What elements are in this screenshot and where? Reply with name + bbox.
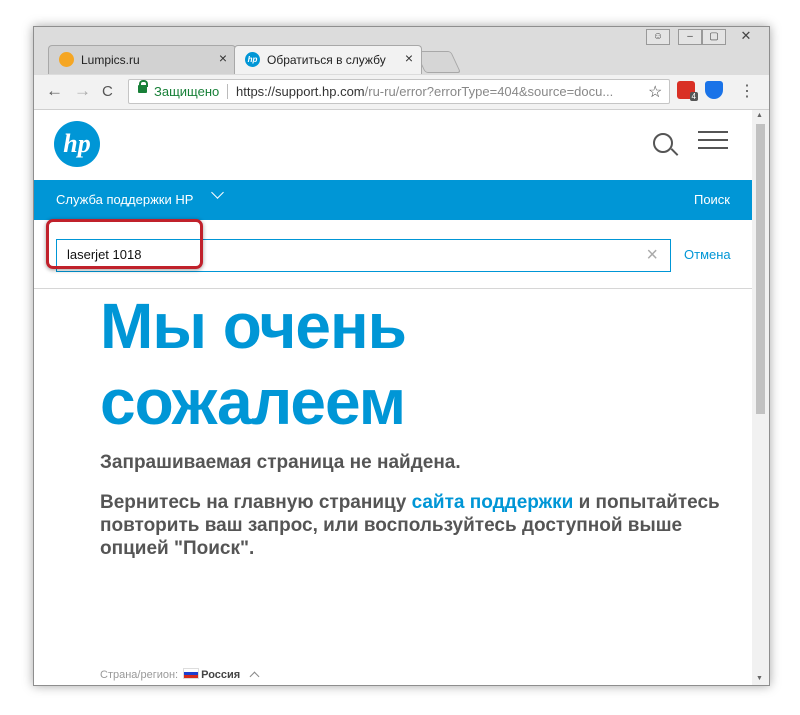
- clear-icon[interactable]: ×: [646, 245, 658, 265]
- tab-title: Lumpics.ru: [81, 53, 140, 67]
- hp-favicon-icon: hp: [245, 52, 260, 67]
- hp-logo[interactable]: hp: [54, 121, 100, 167]
- hamburger-menu-icon[interactable]: [698, 139, 728, 141]
- person-icon[interactable]: ☺: [646, 29, 670, 45]
- support-menu-button[interactable]: Служба поддержки HP: [56, 192, 193, 207]
- web-page: hp Служба поддержки HP Поиск × Отмена Мы…: [34, 110, 752, 685]
- search-icon[interactable]: [653, 133, 673, 153]
- minimize-icon[interactable]: –: [678, 29, 702, 45]
- tab-close-icon[interactable]: ×: [219, 50, 227, 66]
- lumpics-favicon-icon: [59, 52, 74, 67]
- scroll-thumb[interactable]: [756, 124, 765, 414]
- close-icon[interactable]: ✕: [731, 29, 761, 45]
- russia-flag-icon: [183, 668, 200, 679]
- tab-lumpics[interactable]: Lumpics.ru ×: [48, 45, 236, 74]
- chevron-down-icon[interactable]: [211, 186, 224, 199]
- forward-icon[interactable]: →: [74, 81, 91, 101]
- menu-icon[interactable]: ⋮: [739, 81, 755, 101]
- not-found-message: Запрашиваемая страница не найдена.: [100, 452, 461, 473]
- lock-icon: [138, 80, 148, 93]
- scrollbar[interactable]: ▲ ▼: [752, 110, 769, 685]
- title-bar: Lumpics.ru × hp Обратиться в службу по ×…: [34, 27, 769, 75]
- country-selector[interactable]: Страна/регион: Россия: [100, 668, 260, 682]
- url-text: https://support.hp.com/ru-ru/error?error…: [236, 84, 614, 99]
- back-icon[interactable]: ←: [46, 81, 63, 101]
- support-site-link[interactable]: сайта поддержки: [412, 492, 574, 513]
- support-nav-bar: Служба поддержки HP Поиск: [34, 180, 752, 220]
- shield-extension-icon[interactable]: [705, 81, 723, 99]
- help-text: Вернитесь на главную страницу сайта подд…: [100, 492, 720, 559]
- address-bar[interactable]: Защищено https://support.hp.com/ru-ru/er…: [128, 79, 670, 104]
- search-link[interactable]: Поиск: [694, 192, 730, 207]
- scroll-up-icon[interactable]: ▲: [756, 112, 763, 119]
- chevron-up-icon[interactable]: [249, 671, 260, 682]
- adblock-extension-icon[interactable]: 4: [677, 81, 698, 101]
- page-title: Мы очень сожалеем: [100, 290, 407, 438]
- browser-toolbar: ← → C Защищено https://support.hp.com/ru…: [34, 75, 769, 110]
- browser-window: Lumpics.ru × hp Обратиться в службу по ×…: [33, 26, 770, 686]
- bookmark-star-icon[interactable]: ☆: [648, 82, 662, 102]
- cancel-button[interactable]: Отмена: [684, 247, 731, 262]
- tab-hp-support[interactable]: hp Обратиться в службу по ×: [234, 45, 422, 74]
- annotation-highlight: [46, 219, 203, 269]
- tab-close-icon[interactable]: ×: [405, 50, 413, 66]
- maximize-icon[interactable]: ▢: [702, 29, 726, 45]
- reload-icon[interactable]: C: [102, 83, 113, 100]
- tab-title: Обратиться в службу по: [267, 53, 387, 67]
- secure-label: Защищено: [154, 84, 220, 99]
- scroll-down-icon[interactable]: ▼: [756, 675, 763, 682]
